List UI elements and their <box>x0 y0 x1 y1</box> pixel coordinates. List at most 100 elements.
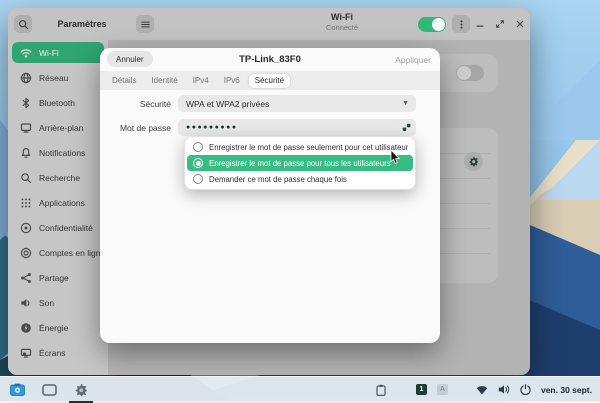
password-input[interactable]: ●●●●●●●●● <box>178 119 416 136</box>
privacy-icon <box>20 222 32 234</box>
tab-ipv6[interactable]: IPv6 <box>218 74 246 88</box>
wifi-toggle[interactable] <box>418 17 446 32</box>
settings-app-button[interactable] <box>72 381 90 399</box>
sidebar-item-confidentialit-[interactable]: Confidentialité <box>8 215 108 240</box>
sidebar-item-son[interactable]: Son <box>8 290 108 315</box>
airplane-toggle-knob <box>457 66 471 80</box>
sidebar-item-applications[interactable]: Applications <box>8 190 108 215</box>
sidebar-item-arri-re-plan[interactable]: Arrière-plan <box>8 115 108 140</box>
radio-icon <box>193 174 203 184</box>
dialog-tabs: DétailsIdentité IPv4IPv6Sécurité <box>100 71 440 90</box>
sidebar-item-label: Wi-Fi <box>39 48 59 58</box>
bluetooth-icon <box>20 97 32 109</box>
online-accounts-icon <box>20 247 32 259</box>
chevron-down-icon: ▼ <box>402 100 409 107</box>
page-title-block: Wi-Fi Connecté <box>300 12 384 33</box>
sidebar-item-label: Recherche <box>39 173 80 183</box>
software-app-button[interactable] <box>8 381 26 399</box>
password-value: ●●●●●●●●● <box>186 124 238 131</box>
sidebar-item-label: Partage <box>39 273 69 283</box>
close-button[interactable] <box>512 15 528 33</box>
menu-option-3[interactable]: Demander ce mot de passe chaque fois <box>187 171 413 187</box>
power-icon <box>20 322 32 334</box>
kebab-menu-button[interactable] <box>452 15 470 33</box>
tab-d-tails[interactable]: Détails <box>106 74 142 88</box>
app-title: Paramètres <box>32 8 132 40</box>
sidebar-item-label: Écrans <box>39 348 65 358</box>
security-value: WPA et WPA2 privées <box>186 99 269 109</box>
sidebar-item-bluetooth[interactable]: Bluetooth <box>8 90 108 115</box>
menu-option-2[interactable]: Enregistrer le mot de passe pour tous le… <box>187 155 413 171</box>
page-title: Wi-Fi <box>300 12 384 23</box>
menu-option-label: Enregistrer le mot de passe seulement po… <box>209 143 408 152</box>
dialog-title: TP-Link_83F0 <box>100 48 440 71</box>
tab-ipv4[interactable]: IPv4 <box>187 74 215 88</box>
keyboard-layout-indicator[interactable]: 1 <box>416 384 427 395</box>
sidebar-item-label: Notifications <box>39 148 85 158</box>
sidebar-item-label: Applications <box>39 198 85 208</box>
maximize-button[interactable] <box>492 15 508 33</box>
notifications-icon <box>20 147 32 159</box>
sidebar-item-label: Réseau <box>39 73 68 83</box>
search-icon <box>18 19 29 30</box>
sidebar-item-notifications[interactable]: Notifications <box>8 140 108 165</box>
security-dropdown[interactable]: WPA et WPA2 privées ▼ <box>178 95 416 112</box>
volume-icon[interactable] <box>498 384 510 395</box>
network-icon <box>20 72 32 84</box>
tab-s-curit-[interactable]: Sécurité <box>249 74 290 88</box>
headerbar: Paramètres Wi-Fi Connecté <box>8 8 530 41</box>
menu-icon <box>140 19 151 30</box>
password-label: Mot de passe <box>100 123 171 133</box>
sidebar-item--crans[interactable]: Écrans <box>8 340 108 365</box>
dialog-header: Annuler TP-Link_83F0 Appliquer <box>100 48 440 71</box>
sidebar-item-label: Son <box>39 298 54 308</box>
sidebar-item-wi-fi[interactable]: Wi-Fi <box>12 42 104 63</box>
password-store-menu: Enregistrer le mot de passe seulement po… <box>184 136 416 190</box>
network-dialog: Annuler TP-Link_83F0 Appliquer DétailsId… <box>100 48 440 343</box>
minimize-icon <box>475 19 485 29</box>
airplane-mode-toggle[interactable] <box>456 65 484 81</box>
sidebar-item-recherche[interactable]: Recherche <box>8 165 108 190</box>
network-options-button[interactable] <box>464 152 483 171</box>
apply-button[interactable]: Appliquer <box>395 48 431 71</box>
sidebar-item-comptes-en-ligne[interactable]: Comptes en ligne <box>8 240 108 265</box>
software-icon <box>10 383 25 396</box>
sidebar-list: Wi-Fi Réseau Bluetooth Arrière-plan Notifica… <box>8 42 108 365</box>
background-icon <box>20 122 32 134</box>
password-row: Mot de passe ●●●●●●●●● <box>100 119 440 136</box>
clipboard-icon[interactable] <box>376 384 386 396</box>
wifi-status-icon[interactable] <box>476 385 488 395</box>
page-subtitle: Connecté <box>300 23 384 32</box>
search-button[interactable] <box>14 15 32 33</box>
displays-icon <box>20 347 32 359</box>
sidebar-item-r-seau[interactable]: Réseau <box>8 65 108 90</box>
search-icon <box>20 172 32 184</box>
power-icon[interactable] <box>520 384 531 395</box>
sidebar-item-partage[interactable]: Partage <box>8 265 108 290</box>
menu-option-1[interactable]: Enregistrer le mot de passe seulement po… <box>187 139 413 155</box>
gear-icon <box>468 156 479 167</box>
kebab-menu-icon <box>456 19 467 30</box>
sound-icon <box>20 297 32 309</box>
clock-date[interactable]: ven. 30 sept. <box>541 385 592 395</box>
wifi-icon <box>20 47 32 59</box>
screenshot-app-button[interactable] <box>40 381 58 399</box>
sidebar-item-label: Arrière-plan <box>39 123 83 133</box>
password-options-icon[interactable] <box>402 123 411 132</box>
sidebar: Wi-Fi Réseau Bluetooth Arrière-plan Notifica… <box>8 40 109 375</box>
sidebar-item-label: Comptes en ligne <box>39 248 105 258</box>
applications-icon <box>20 197 32 209</box>
minimize-button[interactable] <box>472 15 488 33</box>
close-icon <box>515 19 525 29</box>
mouse-cursor <box>390 150 401 170</box>
main-menu-button[interactable] <box>136 15 154 33</box>
wifi-toggle-knob <box>432 18 445 31</box>
sidebar-item-label: Énergie <box>39 323 68 333</box>
radio-icon <box>193 142 203 152</box>
sidebar-item-label: Confidentialité <box>39 223 93 233</box>
sidebar-item--nergie[interactable]: Énergie <box>8 315 108 340</box>
taskbar-right: 1 A ven. 30 sept. <box>376 384 600 396</box>
input-method-indicator[interactable]: A <box>437 384 448 395</box>
tab-identit-[interactable]: Identité <box>145 74 183 88</box>
radio-checked-icon <box>193 158 203 168</box>
